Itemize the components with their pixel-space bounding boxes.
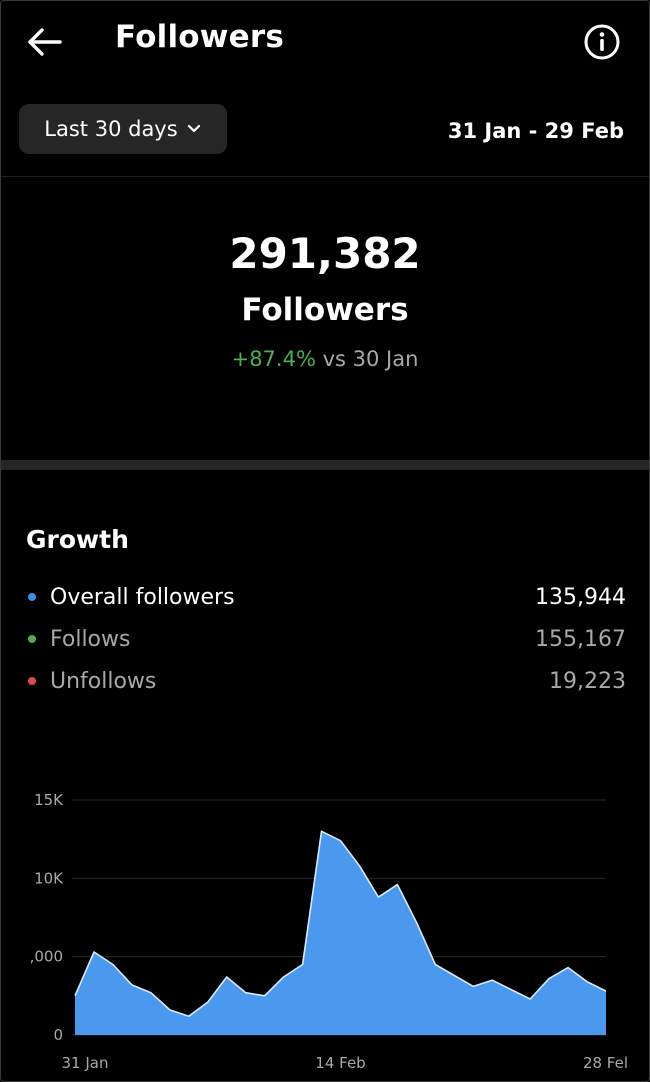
growth-chart-svg: 0 ,000 10K 15K 31 Jan 14 Feb 28 Fel: [30, 791, 628, 1072]
chevron-down-icon: [187, 124, 200, 133]
metric-unfollows[interactable]: Unfollows 19,223: [26, 660, 626, 702]
change-comparison: +87.4% vs 30 Jan: [0, 347, 650, 371]
info-circle-icon: [584, 24, 620, 60]
date-range-text: 31 Jan - 29 Feb: [447, 119, 624, 143]
change-percent: +87.4%: [231, 347, 316, 371]
date-range-dropdown[interactable]: Last 30 days: [19, 104, 227, 154]
metric-label: Overall followers: [50, 584, 235, 610]
metric-label: Unfollows: [50, 668, 157, 694]
followers-area: [75, 831, 606, 1035]
metric-value: 155,167: [535, 626, 626, 652]
arrow-left-icon: [28, 28, 62, 56]
y-tick-label: 0: [53, 1026, 63, 1044]
y-tick-label: ,000: [30, 948, 63, 966]
growth-chart[interactable]: 0 ,000 10K 15K 31 Jan 14 Feb 28 Fel: [0, 780, 650, 1080]
y-tick-label: 15K: [34, 791, 64, 809]
x-tick-label: 14 Feb: [315, 1054, 365, 1072]
growth-metrics: Overall followers 135,944 Follows 155,16…: [26, 576, 626, 702]
follower-count-label: Followers: [241, 292, 409, 328]
info-button[interactable]: [580, 20, 624, 64]
x-tick-label: 28 Fel: [583, 1054, 628, 1072]
top-bar: Followers: [0, 0, 650, 82]
metric-value: 135,944: [535, 584, 626, 610]
followers-summary: 291,382 Followers +87.4% vs 30 Jan: [0, 225, 650, 371]
growth-title: Growth: [26, 525, 129, 554]
legend-dot: [28, 677, 36, 685]
y-tick-label: 10K: [34, 869, 64, 887]
x-tick-label: 31 Jan: [62, 1054, 109, 1072]
date-range-dropdown-label: Last 30 days: [44, 117, 178, 141]
metric-follows[interactable]: Follows 155,167: [26, 618, 626, 660]
metric-overall-followers[interactable]: Overall followers 135,944: [26, 576, 626, 618]
back-button[interactable]: [22, 20, 66, 64]
metric-label: Follows: [50, 626, 131, 652]
follower-count: 291,382: [229, 229, 421, 278]
change-suffix: vs 30 Jan: [322, 347, 419, 371]
metric-value: 19,223: [549, 668, 626, 694]
section-divider: [0, 460, 650, 470]
divider: [0, 176, 650, 177]
legend-dot: [28, 635, 36, 643]
legend-dot: [28, 593, 36, 601]
page-title: Followers: [115, 19, 284, 55]
